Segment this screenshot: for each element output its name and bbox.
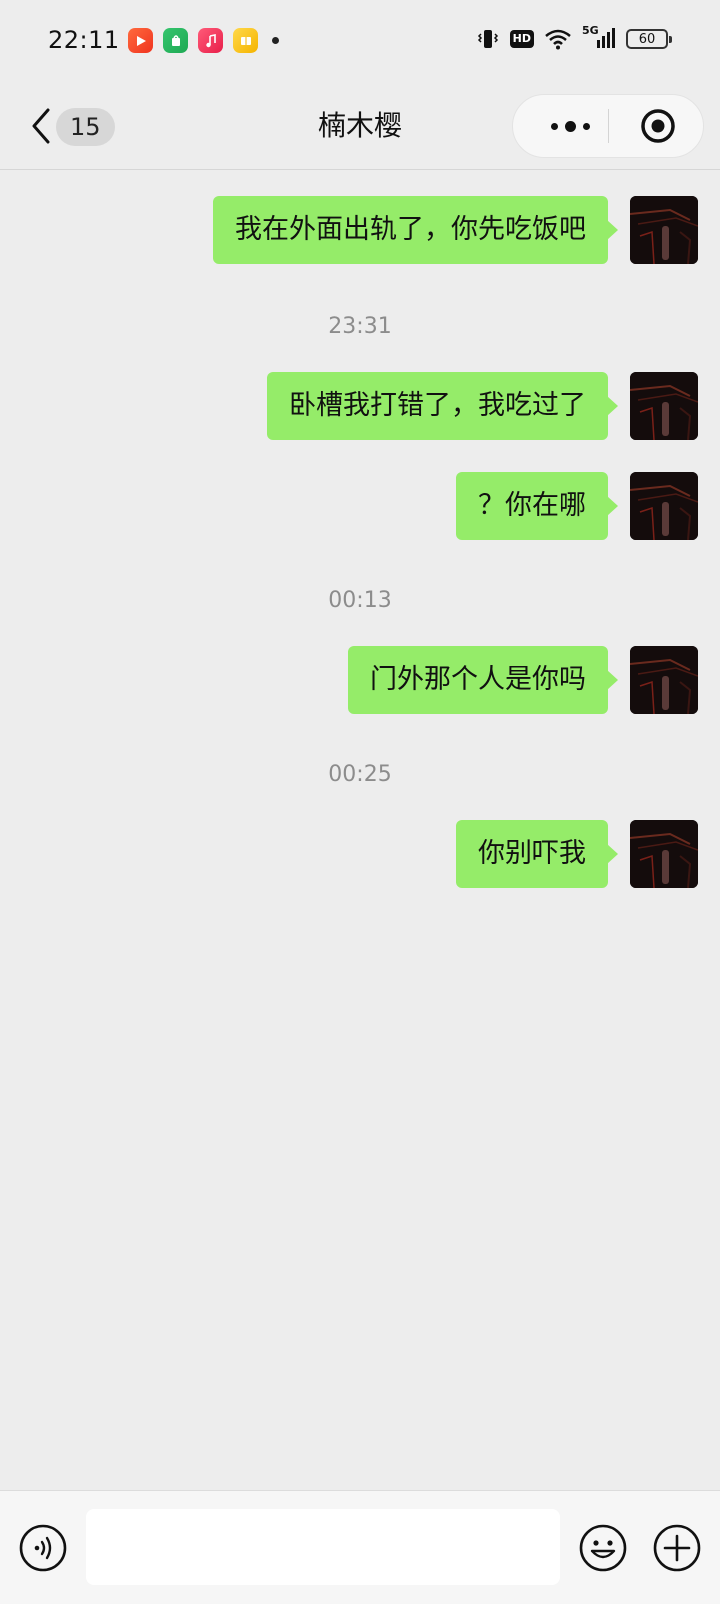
status-time: 22:11 (48, 26, 120, 54)
message-row: 门外那个人是你吗 (348, 646, 698, 714)
avatar-image (630, 820, 698, 888)
more-dot-icon (550, 122, 558, 130)
signal-bars-icon (597, 28, 615, 48)
avatar[interactable] (630, 472, 698, 540)
more-dot-icon (564, 120, 576, 132)
more-functions-button[interactable] (652, 1523, 702, 1573)
more-options-button[interactable] (535, 95, 605, 157)
message-input[interactable] (86, 1509, 560, 1585)
message-bubble[interactable]: 门外那个人是你吗 (348, 646, 618, 714)
close-capsule-button[interactable] (623, 95, 693, 157)
video-app-icon (128, 28, 153, 53)
message-row: 我在外面出轨了，你先吃饭吧 (213, 196, 698, 264)
message-row: ？你在哪 (456, 472, 698, 540)
wifi-icon (545, 29, 571, 50)
message-row: 你别吓我 (456, 820, 698, 888)
mini-program-capsule (512, 94, 704, 158)
cellular-signal: 5G (582, 24, 616, 52)
avatar-image (630, 646, 698, 714)
book-app-icon (233, 28, 258, 53)
avatar[interactable] (630, 196, 698, 264)
battery-level: 60 (638, 31, 656, 47)
chat-screen: 22:11 HD 5G 60 15 楠木樱 我在外面出轨了，你先吃饭吧 23:3… (0, 0, 720, 1604)
vibrate-icon (477, 30, 498, 48)
message-bubble[interactable]: ？你在哪 (456, 472, 618, 540)
music-app-icon (198, 28, 223, 53)
target-icon (641, 109, 675, 143)
battery-indicator: 60 (626, 29, 672, 49)
message-bubble[interactable]: 卧槽我打错了，我吃过了 (267, 372, 618, 440)
more-dot-icon (582, 122, 590, 130)
message-bubble[interactable]: 你别吓我 (456, 820, 618, 888)
avatar-image (630, 372, 698, 440)
hd-badge: HD (509, 30, 534, 48)
voice-input-button[interactable] (18, 1523, 68, 1573)
status-bar: 22:11 HD 5G 60 (0, 0, 720, 82)
input-bar (0, 1490, 720, 1604)
status-indicators: HD 5G 60 (476, 24, 672, 52)
emoji-button[interactable] (578, 1523, 628, 1573)
chat-header: 15 楠木樱 (0, 82, 720, 170)
avatar-image (630, 472, 698, 540)
avatar-image (630, 196, 698, 264)
plus-icon (653, 1524, 701, 1572)
message-bubble[interactable]: 我在外面出轨了，你先吃饭吧 (213, 196, 618, 264)
avatar[interactable] (630, 646, 698, 714)
smiley-icon (579, 1524, 627, 1572)
voice-icon (19, 1524, 67, 1572)
notification-app-icons (128, 28, 279, 53)
message-timestamp: 00:25 (328, 762, 392, 787)
message-row: 卧槽我打错了，我吃过了 (267, 372, 698, 440)
shop-app-icon (163, 28, 188, 53)
message-timestamp: 00:13 (328, 588, 392, 613)
capsule-divider (608, 109, 609, 143)
more-notifications-dot (272, 37, 279, 44)
avatar[interactable] (630, 820, 698, 888)
message-timestamp: 23:31 (328, 314, 392, 339)
avatar[interactable] (630, 372, 698, 440)
